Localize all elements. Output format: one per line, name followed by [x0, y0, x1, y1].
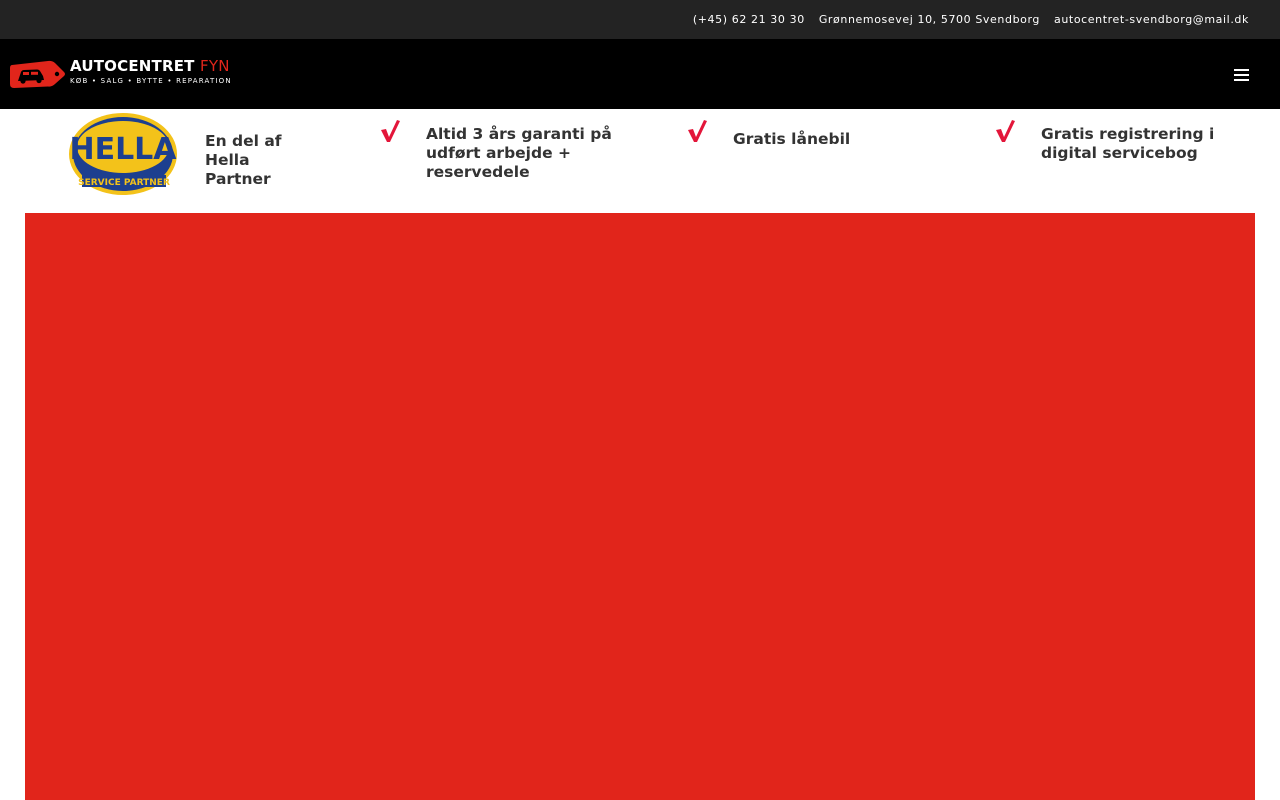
usp-hella: En del af Hella Partner: [205, 132, 282, 189]
hella-badge-subtitle: SERVICE PARTNER: [78, 178, 170, 188]
usp-loan-car: Gratis lånebil: [733, 130, 850, 149]
email-link[interactable]: autocentret-svendborg@mail.dk: [1054, 13, 1249, 26]
usp-warranty-line: reservedele: [426, 163, 530, 181]
hella-badge-title: HELLA: [69, 132, 177, 167]
phone-link[interactable]: (+45) 62 21 30 30: [693, 13, 805, 26]
logo-tagline: KØB • SALG • BYTTE • REPARATION: [70, 77, 232, 85]
usp-hella-line: Hella: [205, 151, 250, 169]
logo-brand-main: AUTOCENTRET: [70, 57, 195, 75]
checkmark-icon: [688, 120, 707, 142]
usp-service-book: Gratis registrering i digital servicebog: [1041, 125, 1214, 163]
usp-service-book-line: digital servicebog: [1041, 144, 1198, 162]
usp-strip: HELLA SERVICE PARTNER En del af Hella Pa…: [0, 109, 1280, 213]
logo-wordmark: AUTOCENTRET FYN: [70, 57, 230, 75]
usp-warranty-line: Altid 3 års garanti på: [426, 125, 612, 143]
usp-hella-line: Partner: [205, 170, 271, 188]
hella-service-partner-logo: HELLA SERVICE PARTNER: [69, 113, 177, 195]
usp-loan-car-line: Gratis lånebil: [733, 130, 851, 148]
usp-warranty-line: udført arbejde +: [426, 144, 571, 162]
hamburger-menu-icon[interactable]: [1234, 69, 1250, 81]
site-header: AUTOCENTRET FYN KØB • SALG • BYTTE • REP…: [0, 39, 1280, 109]
checkmark-icon: [381, 120, 400, 142]
site-logo[interactable]: AUTOCENTRET FYN KØB • SALG • BYTTE • REP…: [10, 57, 231, 91]
address-link[interactable]: Grønnemosevej 10, 5700 Svendborg: [819, 13, 1040, 26]
checkmark-icon: [996, 120, 1015, 142]
hero-banner: [25, 213, 1255, 800]
usp-warranty: Altid 3 års garanti på udført arbejde + …: [426, 125, 612, 182]
usp-hella-line: En del af: [205, 132, 282, 150]
car-price-tag-icon: [10, 60, 65, 88]
contact-bar: (+45) 62 21 30 30 Grønnemosevej 10, 5700…: [0, 0, 1280, 39]
usp-service-book-line: Gratis registrering i: [1041, 125, 1215, 143]
logo-brand-accent: FYN: [200, 57, 230, 75]
